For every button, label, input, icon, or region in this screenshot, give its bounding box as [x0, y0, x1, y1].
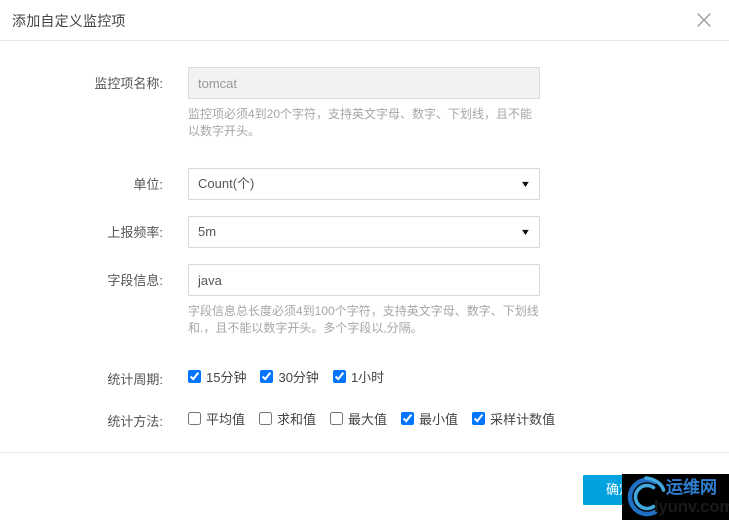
monitor-name-input[interactable]	[188, 67, 540, 99]
checkbox-label: 1小时	[350, 370, 385, 385]
period-label: 统计周期:	[107, 372, 163, 387]
watermark-logo: 运维网 lyunv.com	[622, 474, 729, 520]
form-row-unit: 单位: Count(个) ▼	[0, 168, 729, 200]
dialog-body: 监控项名称: 监控项必须4到20个字符，支持英文字母、数字、下划线，且不能以数字…	[0, 41, 729, 452]
checkbox-label: 最大值	[348, 412, 388, 427]
monitor-name-label: 监控项名称:	[94, 76, 163, 91]
add-custom-monitor-dialog: 添加自定义监控项 监控项名称: 监控项必须4到20个字符，支持英文字母、数字、下…	[0, 0, 729, 520]
form-row-period: 统计周期: 15分钟 30分钟 1小时	[0, 363, 729, 388]
unit-label: 单位:	[133, 177, 163, 192]
dialog-footer: 确定	[0, 452, 729, 520]
monitor-name-field-wrap: 监控项必须4到20个字符，支持英文字母、数字、下划线，且不能以数字开头。	[188, 67, 540, 140]
checkbox-item[interactable]: 采样计数值	[472, 409, 555, 428]
frequency-field-wrap: 5m ▼	[188, 216, 540, 248]
method-label: 统计方法:	[107, 414, 163, 429]
field-info-field-wrap: 字段信息总长度必须4到100个字符，支持英文字母、数字、下划线和.，且不能以数字…	[188, 264, 540, 337]
method-checkbox-sum[interactable]	[259, 412, 273, 425]
field-info-input[interactable]	[188, 264, 540, 296]
period-checkbox-15min[interactable]	[188, 370, 201, 383]
dialog-header: 添加自定义监控项	[0, 0, 729, 41]
field-info-hint: 字段信息总长度必须4到100个字符，支持英文字母、数字、下划线和.，且不能以数字…	[188, 304, 539, 335]
checkbox-item[interactable]: 1小时	[332, 367, 385, 386]
page-title: 添加自定义监控项	[12, 13, 126, 29]
checkbox-label: 采样计数值	[490, 412, 556, 427]
checkbox-item[interactable]: 30分钟	[260, 367, 319, 386]
checkbox-label: 最小值	[419, 412, 459, 427]
field-info-label: 字段信息:	[107, 273, 163, 288]
watermark-en-text: lyunv.com	[654, 497, 729, 516]
method-checkbox-max[interactable]	[330, 412, 344, 425]
checkbox-item[interactable]: 求和值	[259, 409, 316, 428]
period-checkbox-1hour[interactable]	[332, 370, 346, 383]
method-checkbox-group: 平均值 求和值 最大值 最小值 采样计数值	[188, 405, 568, 428]
checkbox-item[interactable]: 最大值	[330, 409, 387, 428]
close-icon[interactable]	[690, 6, 718, 34]
checkbox-item[interactable]: 最小值	[401, 409, 458, 428]
checkbox-label: 平均值	[206, 412, 246, 427]
monitor-name-hint: 监控项必须4到20个字符，支持英文字母、数字、下划线，且不能以数字开头。	[188, 107, 533, 138]
period-checkbox-30min[interactable]	[260, 370, 274, 383]
method-checkbox-sample-count[interactable]	[472, 412, 486, 425]
checkbox-label: 求和值	[277, 412, 317, 427]
frequency-select[interactable]: 5m	[188, 216, 540, 248]
checkbox-label: 15分钟	[206, 370, 247, 385]
form-row-method: 统计方法: 平均值 求和值 最大值 最小值 采样计数值	[0, 405, 729, 430]
form-row-frequency: 上报频率: 5m ▼	[0, 216, 729, 248]
method-checkbox-average[interactable]	[188, 412, 201, 425]
checkbox-item[interactable]: 平均值	[188, 409, 245, 428]
unit-field-wrap: Count(个) ▼	[188, 168, 540, 200]
checkbox-item[interactable]: 15分钟	[188, 367, 246, 386]
method-checkbox-min[interactable]	[401, 412, 415, 425]
unit-select[interactable]: Count(个)	[188, 168, 540, 200]
form-row-monitor-name: 监控项名称: 监控项必须4到20个字符，支持英文字母、数字、下划线，且不能以数字…	[0, 67, 729, 140]
frequency-label: 上报频率:	[107, 225, 163, 240]
checkbox-label: 30分钟	[278, 370, 319, 385]
form-row-field-info: 字段信息: 字段信息总长度必须4到100个字符，支持英文字母、数字、下划线和.，…	[0, 264, 729, 337]
watermark-cn-text: 运维网	[666, 478, 717, 497]
period-checkbox-group: 15分钟 30分钟 1小时	[188, 363, 568, 386]
